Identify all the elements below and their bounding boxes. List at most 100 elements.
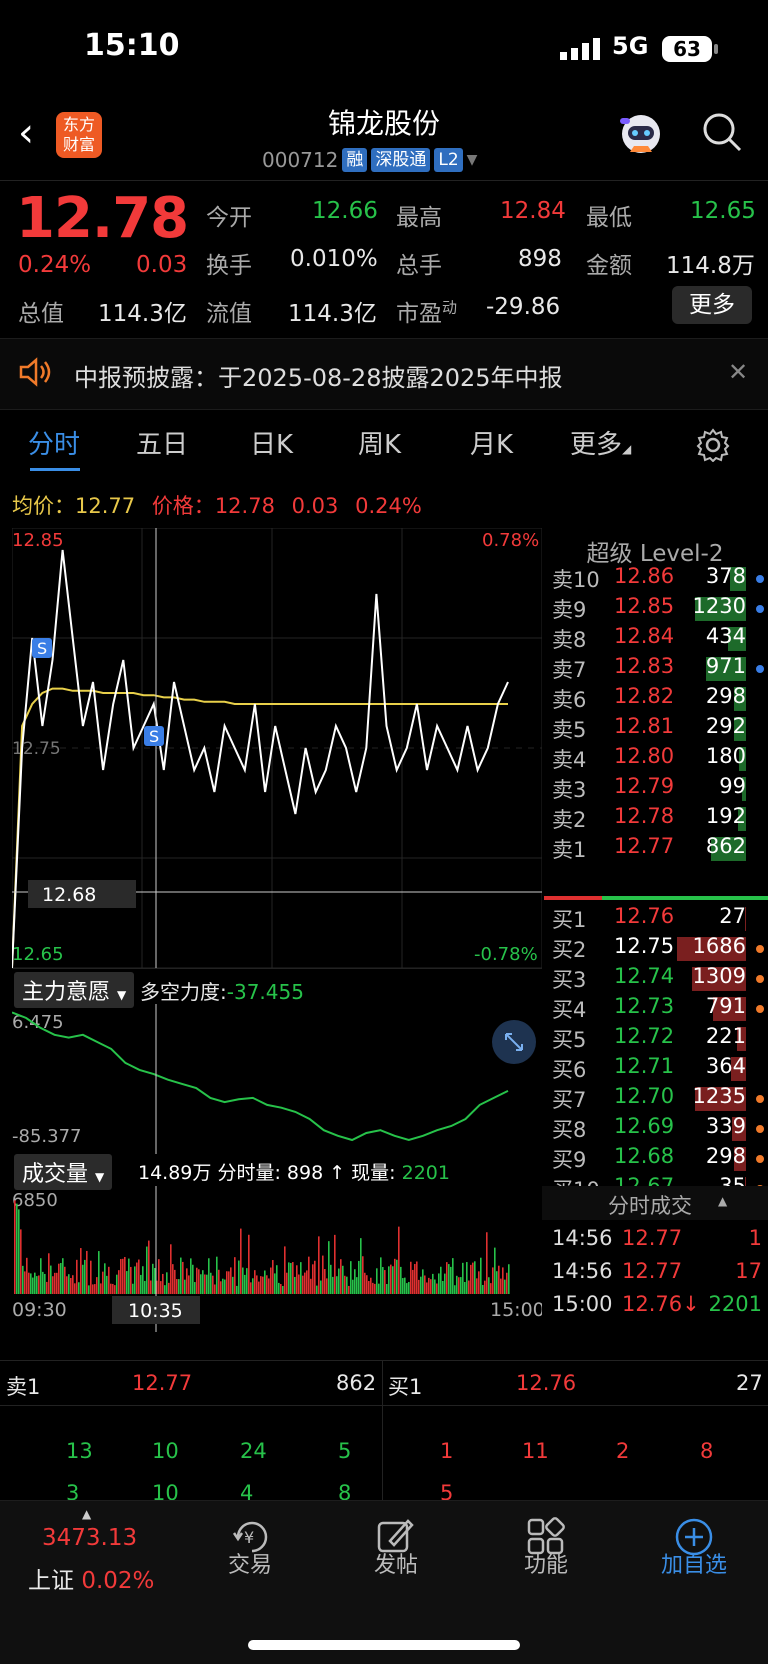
volume-bar [48,1253,50,1294]
volume-bar [144,1280,146,1294]
force-chart[interactable]: 6.475 -85.377 [12,1004,542,1154]
tick-volume: 17 [735,1259,762,1283]
stock-code-line[interactable]: 000712 融 深股通 L2 ▼ [262,148,477,172]
bid-row[interactable]: 买7 12.70 1235 [542,1084,768,1115]
ticks-header[interactable]: 分时成交 ▲ [542,1186,768,1220]
book-summary[interactable]: 卖1 12.77 862 买1 12.76 27 13 10 24 5 3 10 4 8 11… [0,1360,768,1505]
intraday-price-chart[interactable]: 12.85 0.78% 12.65 -0.78% 12.75 12.68 S S [12,528,542,968]
status-time: 15:10 [84,28,180,63]
volume-bar [244,1274,246,1294]
ask-row[interactable]: 卖1 12.77 862 [542,834,768,865]
book-row-divider [0,1405,768,1406]
volume-bar [252,1278,254,1294]
force-select[interactable]: 主力意愿 ▼ [14,972,135,1008]
volume-bar [370,1277,372,1294]
level-price: 12.77 [614,834,675,858]
volume-bar [126,1271,128,1294]
volume-bar [236,1285,238,1294]
tab-daily[interactable]: 日K [250,424,293,461]
volume-bar [216,1256,218,1294]
tab-monthly[interactable]: 月K [470,424,513,461]
volume-select[interactable]: 成交量 ▼ [14,1154,113,1190]
search-icon[interactable] [700,110,744,154]
tick-time: 14:56 [552,1259,613,1283]
ask-row[interactable]: 卖7 12.83 971 [542,654,768,685]
volume-bar [354,1269,356,1294]
volume-bar [274,1273,276,1294]
volume-bar [78,1282,80,1294]
more-button[interactable]: 更多 [672,286,752,324]
tab-more[interactable]: 更多◢ [570,424,631,461]
volume-bar [462,1262,464,1294]
volume-bar [362,1256,364,1294]
volume-bar [200,1274,202,1294]
bid-row[interactable]: 买4 12.73 791 [542,994,768,1025]
level-volume: 862 [705,834,746,858]
volume-bar [100,1283,102,1294]
avg-label: 均价： [12,494,75,518]
volume-bar [42,1271,44,1294]
ask-row[interactable]: 卖9 12.85 1230 [542,594,768,625]
volume-bar [34,1272,36,1294]
volume-bar [442,1280,444,1294]
volume-bar [120,1259,122,1294]
index-pct: 0.02% [81,1568,155,1594]
tab-five-day[interactable]: 五日 [136,424,188,461]
badge-margin: 融 [342,148,368,172]
volume-bar [390,1264,392,1294]
tab-function[interactable]: 功能 [496,1547,596,1579]
bid-row[interactable]: 买3 12.74 1309 [542,964,768,995]
sell-queue-item: 13 [66,1439,93,1463]
volume-bar [134,1266,136,1294]
volume-label-2: 现量: [351,1162,396,1184]
ask-row[interactable]: 卖6 12.82 298 [542,684,768,715]
volume-bar [314,1260,316,1294]
bid-row[interactable]: 买9 12.68 298 [542,1144,768,1175]
volume-bar [336,1276,338,1294]
close-icon[interactable]: ✕ [728,358,748,386]
volume-bar [104,1263,106,1294]
bid-row[interactable]: 买8 12.69 339 [542,1114,768,1145]
level-volume: 221 [705,1024,746,1048]
pe-label: 市盈动 [396,294,457,328]
volume-bar [366,1275,368,1294]
settings-gear-icon[interactable] [696,428,730,462]
volume-chart[interactable]: 6850 09:30 10:35 15:00 [12,1186,542,1332]
ask-row[interactable]: 卖5 12.81 292 [542,714,768,745]
ask-row[interactable]: 卖8 12.84 434 [542,624,768,655]
level-volume: 364 [705,1054,746,1078]
tab-weekly[interactable]: 周K [358,424,401,461]
volume-bar [316,1285,318,1294]
tick-time: 15:00 [552,1292,613,1316]
level-label: 买8 [552,1118,587,1142]
tick-price: 12.77 [622,1226,683,1250]
index-line[interactable]: 上证 0.02% [28,1561,154,1595]
volume-bar [162,1273,164,1294]
bid-row[interactable]: 买5 12.72 221 [542,1024,768,1055]
tab-trade[interactable]: 交易 [200,1547,300,1579]
volume-bar [290,1263,292,1294]
ask-row[interactable]: 卖2 12.78 192 [542,804,768,835]
robot-assistant-icon[interactable] [616,112,666,158]
tab-intraday[interactable]: 分时 [28,424,80,461]
volume-bar [132,1283,134,1294]
orderbook-title[interactable]: 超级 Level-2 [542,534,768,568]
volume-bar [388,1266,390,1294]
amount-value: 114.8万 [666,253,755,279]
volume-bar [212,1275,214,1294]
volume-bar [138,1259,140,1294]
avg-price-line-series [12,687,508,968]
volume-bar [146,1246,148,1294]
tab-post[interactable]: 发帖 [346,1547,446,1579]
level-volume: 99 [719,774,746,798]
bid-row[interactable]: 买6 12.71 364 [542,1054,768,1085]
tab-add-favorite[interactable]: 加自选 [644,1547,744,1579]
bid-row[interactable]: 买1 12.76 27 [542,904,768,935]
index-value[interactable]: 3473.13 [42,1525,137,1551]
ask-row[interactable]: 卖10 12.86 378 [542,564,768,595]
volume-bar [374,1283,376,1294]
level-volume: 27 [719,904,746,928]
bid-row[interactable]: 买2 12.75 1686 [542,934,768,965]
ask-row[interactable]: 卖4 12.80 180 [542,744,768,775]
ask-row[interactable]: 卖3 12.79 99 [542,774,768,805]
